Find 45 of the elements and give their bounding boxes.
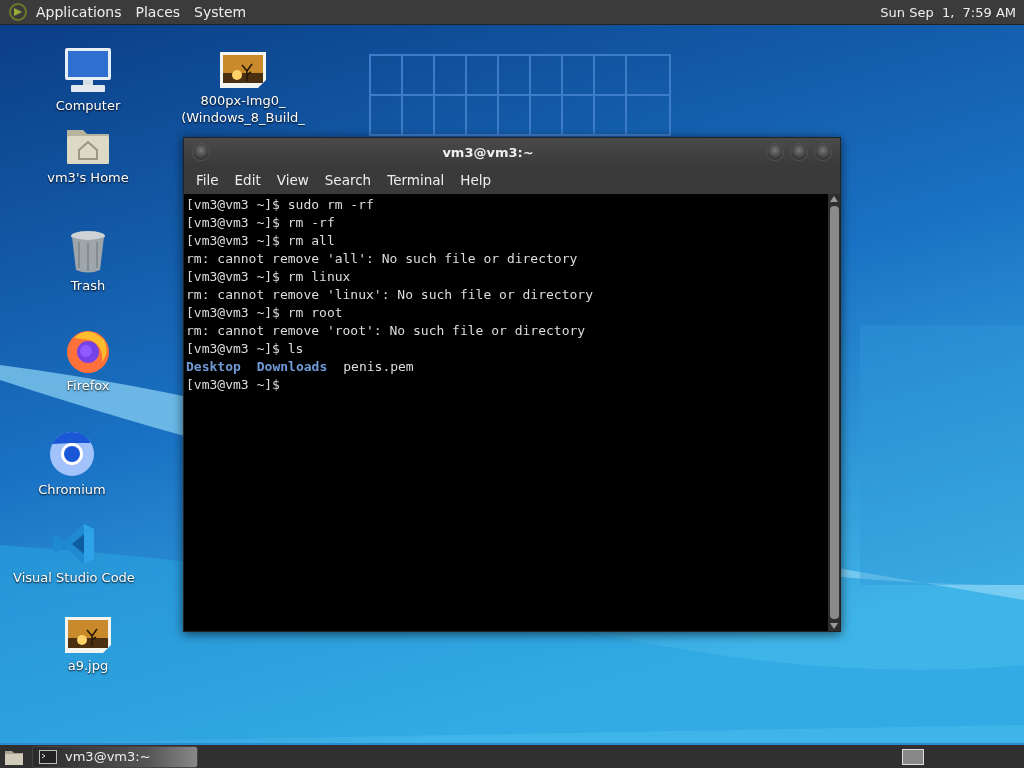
desktop-icon-label[interactable]: Chromium (38, 481, 106, 498)
terminal-line: [vm3@vm3 ~]$ (186, 376, 281, 394)
image-file-icon[interactable] (64, 616, 112, 654)
directory-name: Desktop (186, 358, 241, 376)
window-menu-button[interactable] (192, 143, 210, 161)
panel-menu[interactable]: Applications (36, 4, 122, 20)
terminal-line: rm: cannot remove 'linux': No such file or directory (186, 286, 594, 304)
terminal-line: [vm3@vm3 ~]$ rm -rf (186, 214, 336, 232)
desktop-icon-label[interactable]: Computer (55, 97, 121, 114)
chromium-icon[interactable] (48, 430, 96, 478)
scroll-bar[interactable] (828, 194, 840, 631)
desktop-icon-label[interactable]: vm3's Home (47, 169, 129, 186)
menu-item[interactable]: File (188, 172, 227, 188)
terminal-line: [vm3@vm3 ~]$ rm root (186, 304, 344, 322)
menu-item[interactable]: Search (316, 172, 380, 188)
taskbar-button[interactable]: vm3@vm3:~ (32, 745, 198, 768)
terminal-line: rm: cannot remove 'all': No such file or directory (186, 250, 579, 268)
menu-item[interactable]: Edit (226, 172, 269, 188)
close-button[interactable] (814, 143, 832, 161)
trash-icon[interactable] (69, 230, 107, 274)
clock[interactable]: Sun Sep 1, 7:59 AM (880, 4, 1016, 20)
terminal-line: rm: cannot remove 'root': No such file or directory (186, 322, 587, 340)
terminal-line: [vm3@vm3 ~]$ rm all (186, 232, 336, 250)
desktop-icon-label[interactable]: 800px-Img0_ (200, 92, 286, 109)
minimize-button[interactable] (766, 143, 784, 161)
image-file-icon[interactable] (219, 51, 267, 89)
code-editor-icon[interactable] (52, 522, 96, 566)
directory-name: Downloads (256, 358, 328, 376)
panel-menu[interactable]: Places (135, 4, 181, 20)
desktop-icon-label[interactable]: Trash (70, 277, 106, 294)
maximize-button[interactable] (790, 143, 808, 161)
computer-icon[interactable] (63, 46, 113, 94)
panel-menu[interactable]: System (194, 4, 247, 20)
terminal-line: [vm3@vm3 ~]$ rm linux (186, 268, 352, 286)
menu-item[interactable]: View (268, 172, 317, 188)
workspace-switcher[interactable] (902, 748, 924, 765)
terminal-icon (39, 749, 57, 764)
window-title: vm3@vm3:~ (441, 144, 535, 160)
terminal-line: [vm3@vm3 ~]$ ls (186, 340, 305, 358)
terminal-line: [vm3@vm3 ~]$ sudo rm -rf (186, 196, 375, 214)
desktop-icon-label[interactable]: (Windows_8_Build_ (181, 109, 305, 126)
distro-logo-icon[interactable] (8, 2, 28, 22)
menu-item[interactable]: Help (452, 172, 500, 188)
file-name: penis.pem (343, 358, 414, 376)
menu-item[interactable]: Terminal (379, 172, 453, 188)
